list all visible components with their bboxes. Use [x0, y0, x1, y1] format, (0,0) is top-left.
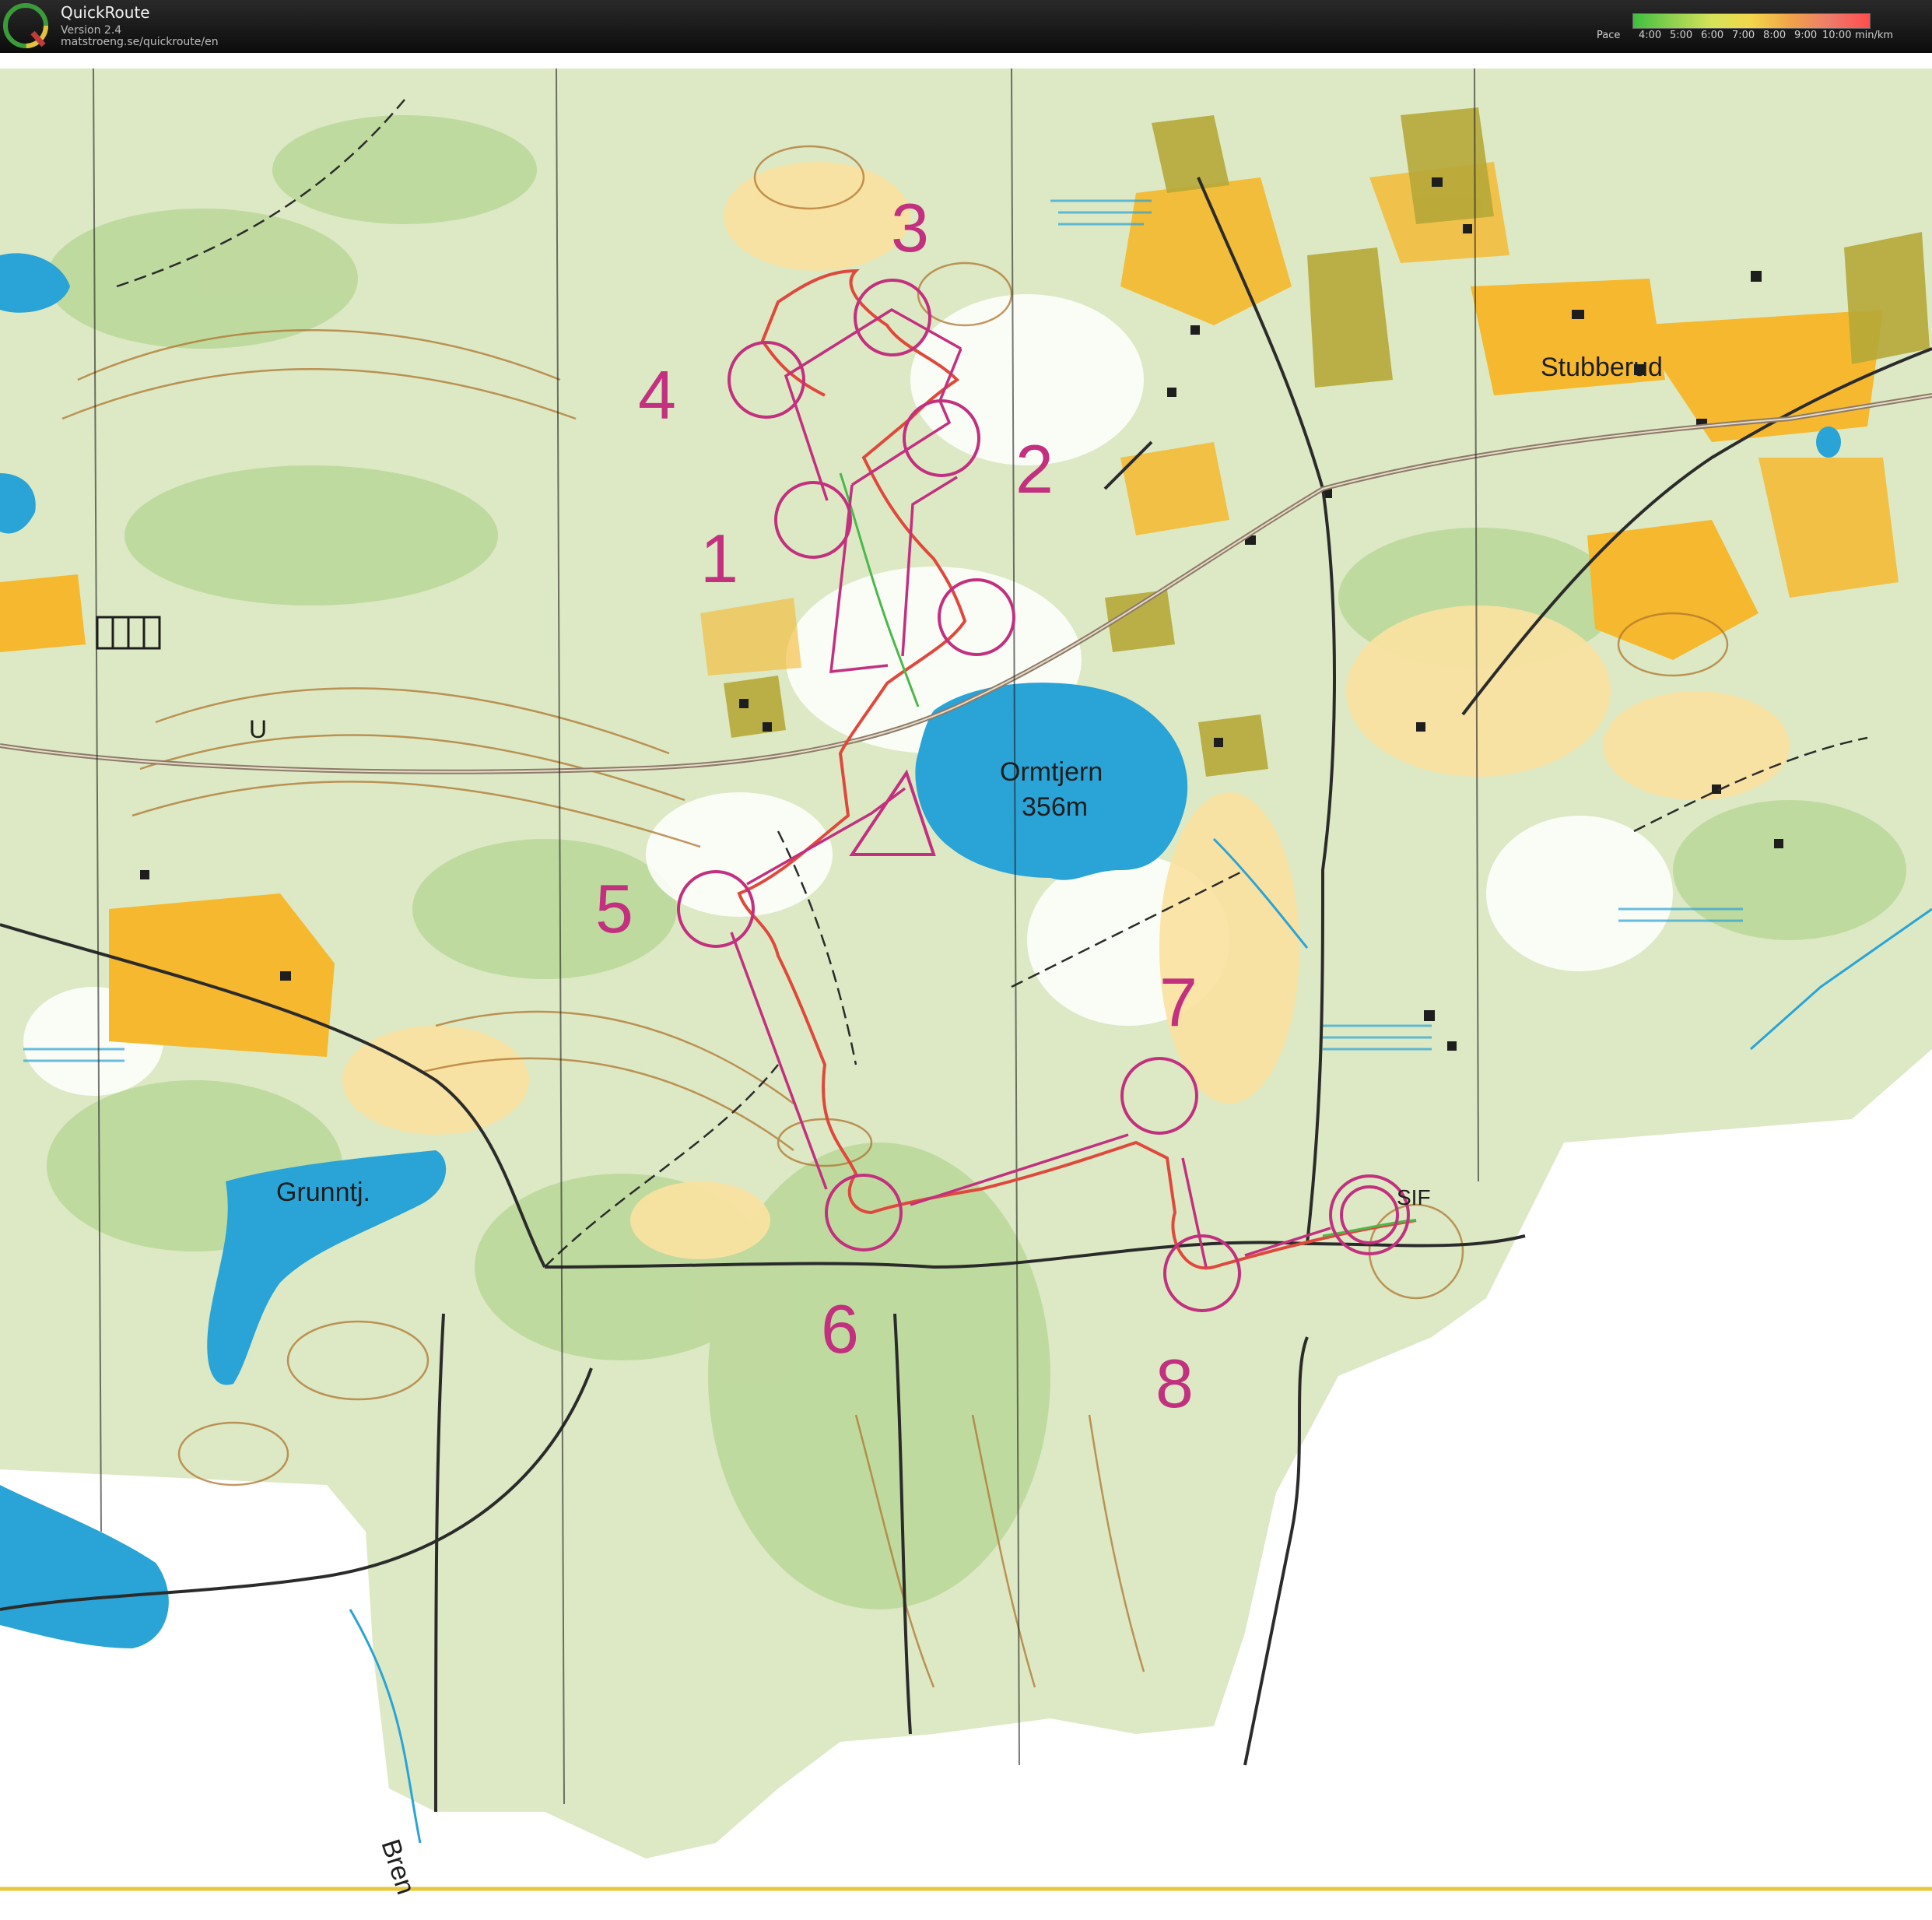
- pace-tick: 6:00: [1701, 30, 1724, 41]
- pace-legend-label: Pace: [1597, 30, 1621, 41]
- app-url: matstroeng.se/quickroute/en: [61, 36, 219, 48]
- app-header: QuickRoute Version 2.4 matstroeng.se/qui…: [0, 0, 1932, 53]
- pace-color-bar: [1632, 13, 1871, 29]
- label-sif: SIF: [1397, 1185, 1431, 1209]
- control-number-7: 7: [1159, 964, 1197, 1041]
- label-ormtjern-height: 356m: [1022, 792, 1088, 822]
- control-number-3: 3: [891, 189, 929, 266]
- app-version: Version 2.4: [61, 24, 122, 37]
- control-number-8: 8: [1155, 1345, 1194, 1422]
- label-ormtjern: Ormtjern: [1000, 757, 1103, 787]
- label-u: U: [249, 715, 267, 743]
- pace-tick: 8:00: [1763, 30, 1786, 41]
- label-grunntj: Grunntj.: [276, 1178, 370, 1207]
- pace-tick: 10:00: [1822, 30, 1852, 41]
- orienteering-map[interactable]: 1 2 3 4 5 6 7 8 Stubberud Ormtjern 356m …: [0, 53, 1932, 1920]
- pace-unit: min/km: [1855, 30, 1894, 41]
- control-number-5: 5: [595, 870, 633, 947]
- quickroute-logo-icon: [3, 3, 48, 48]
- control-number-2: 2: [1015, 430, 1054, 507]
- control-number-1: 1: [700, 520, 738, 597]
- pace-tick: 5:00: [1670, 30, 1693, 41]
- control-number-6: 6: [821, 1290, 859, 1367]
- control-number-4: 4: [638, 356, 676, 433]
- pace-tick-labels: 4:00 5:00 6:00 7:00 8:00 9:00 10:00 min/…: [1632, 30, 1897, 42]
- pace-tick: 7:00: [1732, 30, 1755, 41]
- label-stubberud: Stubberud: [1541, 353, 1663, 382]
- app-title: QuickRoute: [61, 3, 150, 22]
- pace-tick: 4:00: [1639, 30, 1662, 41]
- pace-tick: 9:00: [1794, 30, 1818, 41]
- pond-east: [1816, 426, 1841, 458]
